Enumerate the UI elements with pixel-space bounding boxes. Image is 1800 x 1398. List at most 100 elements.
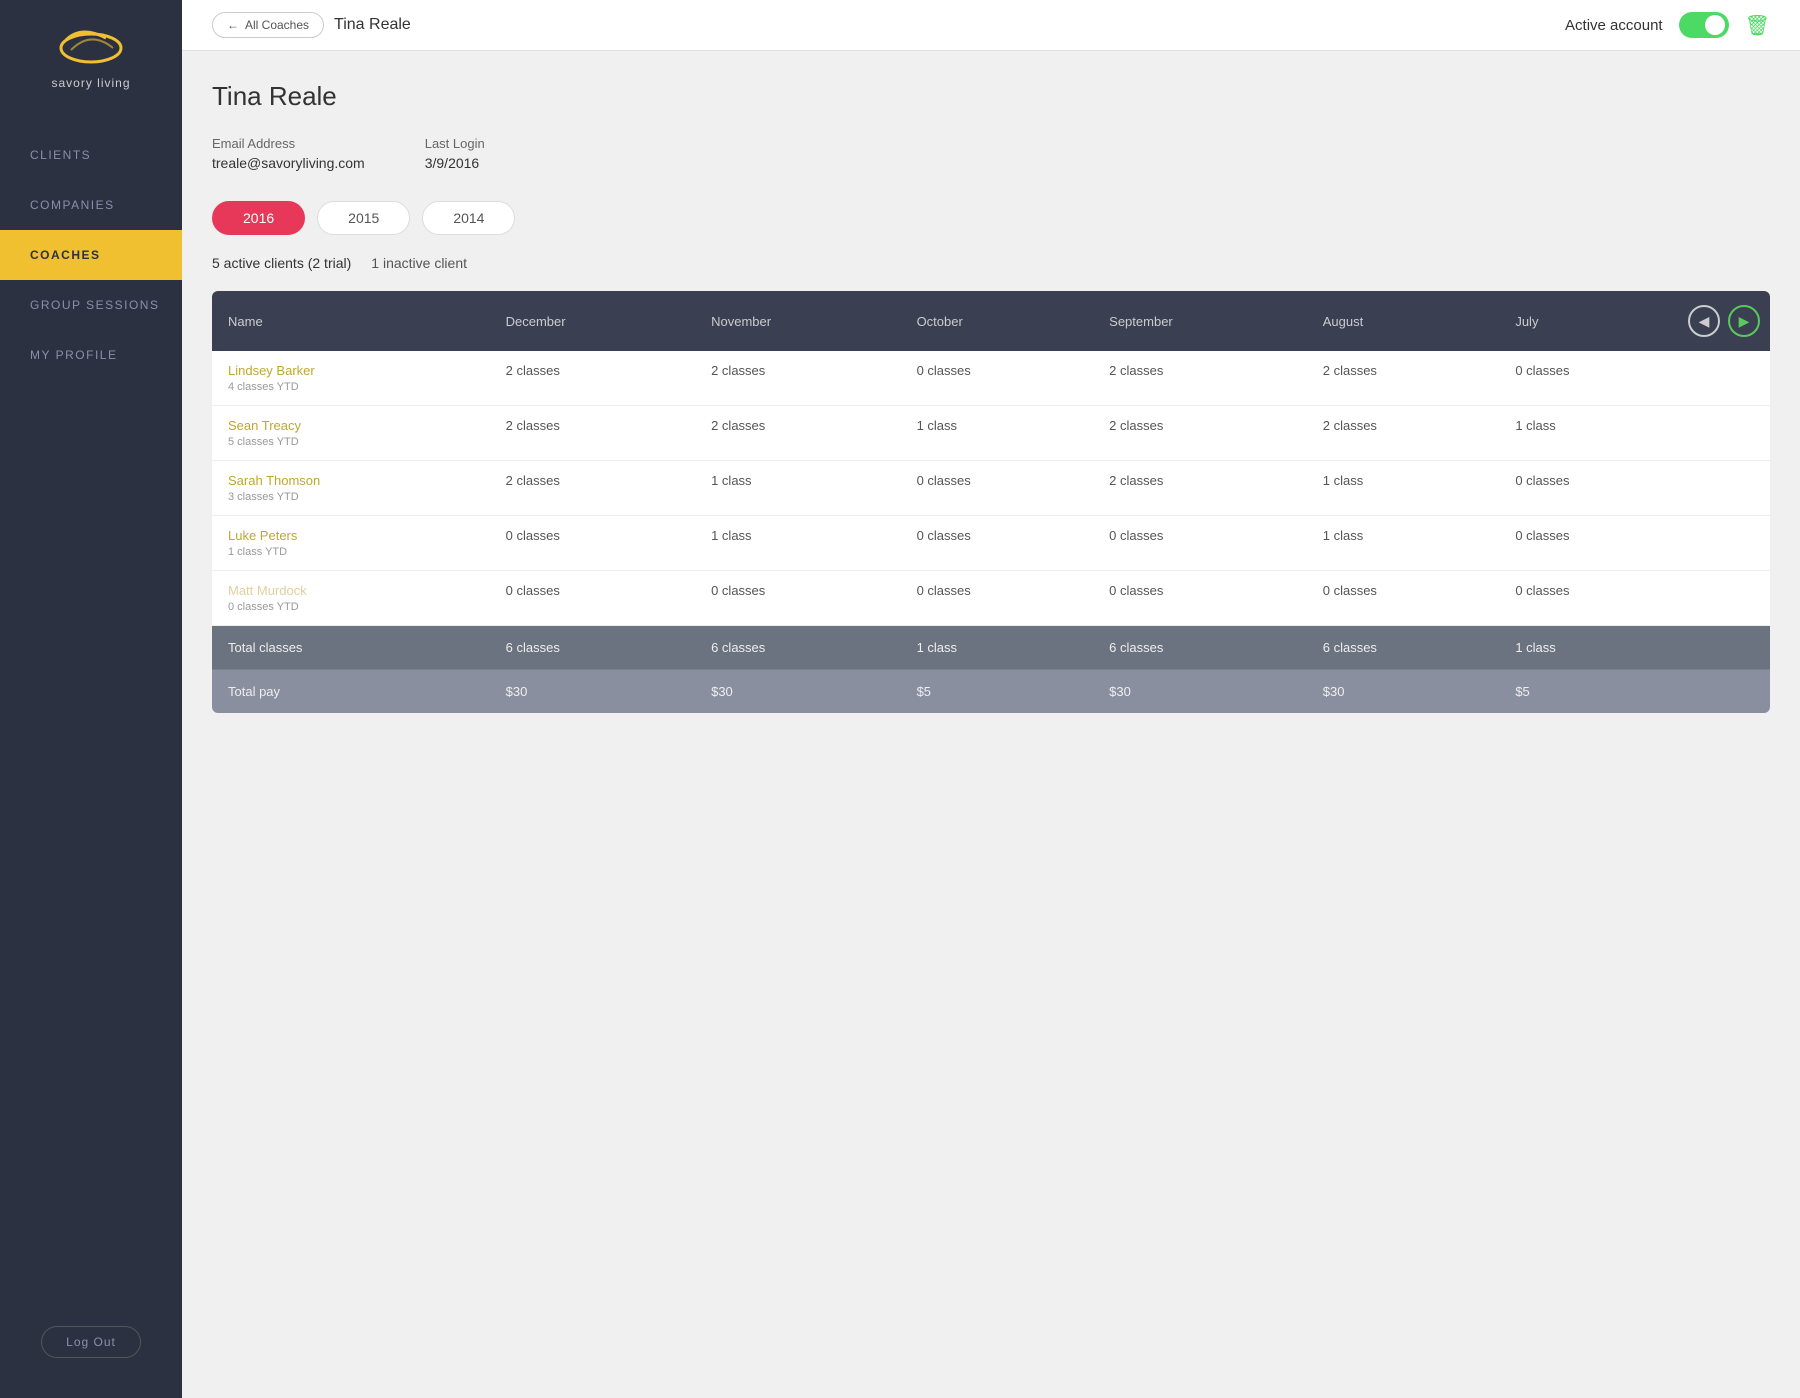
total-sep: 6 classes bbox=[1093, 626, 1307, 670]
client-name-link[interactable]: Luke Peters bbox=[228, 528, 474, 543]
year-tab-2015[interactable]: 2015 bbox=[317, 201, 410, 235]
last-login-label: Last Login bbox=[425, 136, 485, 151]
breadcrumb: ← All Coaches Tina Reale bbox=[212, 12, 411, 38]
summary-active-count: 5 active clients (2 trial) bbox=[212, 255, 351, 271]
client-name-cell: Sarah Thomson 3 classes YTD bbox=[212, 461, 490, 516]
table-row: Matt Murdock0 classes YTD0 classes0 clas… bbox=[212, 571, 1770, 626]
back-label: All Coaches bbox=[245, 18, 309, 32]
class-count-cell: 2 classes bbox=[490, 406, 695, 461]
class-count-cell: 1 class bbox=[695, 516, 900, 571]
class-count-cell: 1 class bbox=[901, 406, 1094, 461]
class-count-cell: 0 classes bbox=[1499, 571, 1770, 626]
active-account-toggle[interactable] bbox=[1679, 12, 1729, 38]
pay-sep: $30 bbox=[1093, 670, 1307, 714]
sidebar: savory living CLIENTS COMPANIES COACHES … bbox=[0, 0, 182, 1398]
year-tab-2014[interactable]: 2014 bbox=[422, 201, 515, 235]
sidebar-item-coaches[interactable]: COACHES bbox=[0, 230, 182, 280]
class-count-cell: 2 classes bbox=[1307, 406, 1500, 461]
class-count-cell: 0 classes bbox=[490, 516, 695, 571]
class-count-cell: 2 classes bbox=[695, 351, 900, 406]
delete-icon[interactable]: 🗑 bbox=[1745, 13, 1770, 38]
last-login-block: Last Login 3/9/2016 bbox=[425, 136, 485, 173]
client-name-link[interactable]: Matt Murdock bbox=[228, 583, 474, 598]
client-name-cell: Luke Peters 1 class YTD bbox=[212, 516, 490, 571]
class-count-cell: 0 classes bbox=[901, 516, 1094, 571]
logout-button[interactable]: Log Out bbox=[41, 1326, 141, 1358]
table-row: Lindsey Barker4 classes YTD 2 classes 2 cl… bbox=[212, 351, 1770, 406]
next-month-button[interactable]: ▶ bbox=[1728, 305, 1760, 337]
client-ytd: 5 classes YTD bbox=[228, 436, 299, 448]
class-count-cell: 0 classes bbox=[1499, 516, 1770, 571]
client-ytd: 0 classes YTD bbox=[228, 601, 299, 613]
sidebar-item-clients[interactable]: CLIENTS bbox=[0, 130, 182, 180]
sidebar-item-companies[interactable]: COMPANIES bbox=[0, 180, 182, 230]
total-pay-row: Total pay $30 $30 $5 $30 $30 $5 bbox=[212, 670, 1770, 714]
table-header-row: Name December November October September… bbox=[212, 291, 1770, 351]
class-count-cell: 1 class bbox=[1307, 516, 1500, 571]
total-classes-row: Total classes 6 classes 6 classes 1 clas… bbox=[212, 626, 1770, 670]
class-count-cell: 0 classes bbox=[1093, 571, 1307, 626]
main-area: ← All Coaches Tina Reale Active account … bbox=[182, 0, 1800, 1398]
client-ytd: 1 class YTD bbox=[228, 546, 287, 558]
class-count-cell: 0 classes bbox=[1307, 571, 1500, 626]
table-row: Sarah Thomson3 classes YTD2 classes1 cla… bbox=[212, 461, 1770, 516]
pay-aug: $30 bbox=[1307, 670, 1500, 714]
pay-nov: $30 bbox=[695, 670, 900, 714]
logo-icon bbox=[51, 20, 131, 70]
sidebar-item-group-sessions[interactable]: GROUP SESSIONS bbox=[0, 280, 182, 330]
logo-text: savory living bbox=[51, 76, 130, 90]
email-label: Email Address bbox=[212, 136, 365, 151]
clients-table: Name December November October September… bbox=[212, 291, 1770, 713]
email-block: Email Address treale@savoryliving.com bbox=[212, 136, 365, 173]
class-count-cell: 1 class bbox=[695, 461, 900, 516]
table-row: Luke Peters1 class YTD0 classes1 class0 … bbox=[212, 516, 1770, 571]
table-nav-arrows: ◀ ▶ bbox=[1688, 305, 1760, 337]
class-count-cell: 0 classes bbox=[1093, 516, 1307, 571]
table-row: Sean Treacy5 classes YTD2 classes2 class… bbox=[212, 406, 1770, 461]
sidebar-nav: CLIENTS COMPANIES COACHES GROUP SESSIONS… bbox=[0, 130, 182, 380]
year-tabs: 2016 2015 2014 bbox=[212, 201, 1770, 235]
client-name-cell: Lindsey Barker4 classes YTD bbox=[212, 351, 490, 406]
col-november: November bbox=[695, 291, 900, 351]
sidebar-item-my-profile[interactable]: MY PROFILE bbox=[0, 330, 182, 380]
pay-dec: $30 bbox=[490, 670, 695, 714]
col-september: September bbox=[1093, 291, 1307, 351]
total-classes-label: Total classes bbox=[212, 626, 490, 670]
class-count-cell: 2 classes bbox=[1307, 351, 1500, 406]
client-name-link[interactable]: Sarah Thomson bbox=[228, 473, 474, 488]
logo-area: savory living bbox=[51, 20, 131, 90]
class-count-cell: 2 classes bbox=[490, 461, 695, 516]
class-count-cell: 2 classes bbox=[1093, 406, 1307, 461]
client-name-cell: Sean Treacy 5 classes YTD bbox=[212, 406, 490, 461]
total-nov: 6 classes bbox=[695, 626, 900, 670]
client-name-link[interactable]: Sean Treacy bbox=[228, 418, 474, 433]
class-count-cell: 0 classes bbox=[901, 351, 1094, 406]
total-aug: 6 classes bbox=[1307, 626, 1500, 670]
table-body: Lindsey Barker4 classes YTD2 classes2 cl… bbox=[212, 351, 1770, 626]
client-ytd: 3 classes YTD bbox=[228, 491, 299, 503]
col-october: October bbox=[901, 291, 1094, 351]
prev-month-button[interactable]: ◀ bbox=[1688, 305, 1720, 337]
class-count-cell: 0 classes bbox=[901, 571, 1094, 626]
year-tab-2016[interactable]: 2016 bbox=[212, 201, 305, 235]
back-arrow-icon: ← bbox=[227, 18, 239, 32]
info-grid: Email Address treale@savoryliving.com La… bbox=[212, 136, 1770, 173]
page-title: Tina Reale bbox=[212, 81, 1770, 112]
class-count-cell: 2 classes bbox=[1093, 461, 1307, 516]
summary-line: 5 active clients (2 trial) 1 inactive cl… bbox=[212, 255, 1770, 271]
total-jul: 1 class bbox=[1499, 626, 1770, 670]
toggle-slider bbox=[1679, 12, 1729, 38]
pay-jul: $5 bbox=[1499, 670, 1770, 714]
total-pay-label: Total pay bbox=[212, 670, 490, 714]
breadcrumb-name: Tina Reale bbox=[334, 16, 411, 34]
back-button[interactable]: ← All Coaches bbox=[212, 12, 324, 38]
topbar-right: Active account 🗑 bbox=[1565, 12, 1770, 38]
client-name-link[interactable]: Lindsey Barker bbox=[228, 363, 474, 378]
email-value: treale@savoryliving.com bbox=[212, 155, 365, 171]
summary-inactive-count: 1 inactive client bbox=[371, 255, 467, 271]
page-content: Tina Reale Email Address treale@savoryli… bbox=[182, 51, 1800, 743]
class-count-cell: 0 classes bbox=[1499, 351, 1770, 406]
total-dec: 6 classes bbox=[490, 626, 695, 670]
total-oct: 1 class bbox=[901, 626, 1094, 670]
class-count-cell: 0 classes bbox=[1499, 461, 1770, 516]
